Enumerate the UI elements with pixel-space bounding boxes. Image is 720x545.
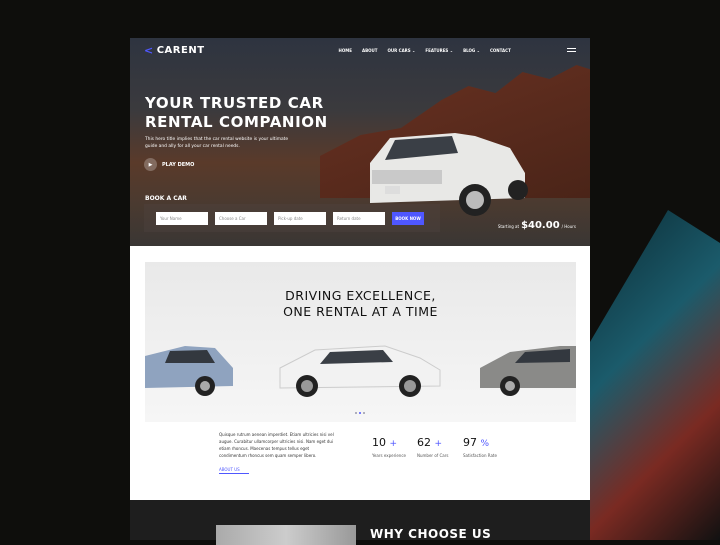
nav-about[interactable]: ABOUT: [362, 48, 378, 53]
car-select[interactable]: Choose a Car: [215, 211, 267, 225]
car-image-gray: [480, 346, 576, 396]
price: Starting at $40.00/ Hours: [497, 220, 576, 231]
team-photo: [216, 525, 356, 545]
nav-contact[interactable]: CONTACT: [490, 48, 511, 53]
why-title: WHY CHOOSE US: [370, 527, 492, 541]
top-nav: < CARENT HOME ABOUT OUR CARS ⌄ FEATURES ⌄…: [144, 44, 576, 57]
cars-panel: DRIVING EXCELLENCE, ONE RENTAL AT A TIME: [145, 262, 576, 422]
nav-home[interactable]: HOME: [339, 48, 352, 53]
background-decoration: [590, 210, 720, 540]
hero-subtitle: This hero title implies that the car ren…: [145, 137, 289, 149]
return-date-input[interactable]: Return date: [333, 211, 385, 225]
nav-our-cars[interactable]: OUR CARS ⌄: [388, 48, 416, 53]
nav-features[interactable]: FEATURES ⌄: [425, 48, 453, 53]
book-title: BOOK A CAR: [145, 195, 187, 202]
car-image-blue: [145, 346, 233, 396]
play-icon: ▶: [144, 158, 157, 171]
name-input[interactable]: Your Name: [156, 211, 208, 225]
car-image-white: [279, 345, 441, 397]
book-now-button[interactable]: BOOK NOW: [392, 211, 424, 225]
hero-section: < CARENT HOME ABOUT OUR CARS ⌄ FEATURES ⌄…: [130, 38, 590, 246]
logo-text: CARENT: [156, 44, 205, 56]
hamburger-menu-icon[interactable]: [567, 48, 576, 52]
section-title: DRIVING EXCELLENCE, ONE RENTAL AT A TIME: [283, 288, 438, 319]
carousel-dots[interactable]: [355, 412, 365, 414]
why-choose-section: WHY CHOOSE US: [130, 500, 590, 545]
pickup-date-input[interactable]: Pick-up date: [274, 211, 326, 225]
nav-blog[interactable]: BLOG ⌄: [463, 48, 480, 53]
stat-years: 10 + Years experience: [372, 436, 406, 458]
play-demo-button[interactable]: ▶ PLAY DEMO: [144, 158, 194, 171]
stat-satisfaction: 97 % Satisfaction Rate: [463, 436, 497, 458]
booking-form: Your Name Choose a Car Pick-up date Retu…: [144, 204, 440, 232]
logo[interactable]: < CARENT: [144, 44, 205, 57]
logo-chevron-icon: <: [144, 43, 154, 57]
about-paragraph: Quisque rutrum aenean imperdiet. Etiam u…: [219, 432, 334, 458]
about-us-link[interactable]: ABOUT US: [219, 467, 249, 474]
stat-cars: 62 + Number of Cars: [417, 436, 449, 458]
hero-title: YOUR TRUSTED CAR RENTAL COMPANION: [145, 94, 328, 131]
website-preview: < CARENT HOME ABOUT OUR CARS ⌄ FEATURES ⌄…: [130, 38, 590, 500]
